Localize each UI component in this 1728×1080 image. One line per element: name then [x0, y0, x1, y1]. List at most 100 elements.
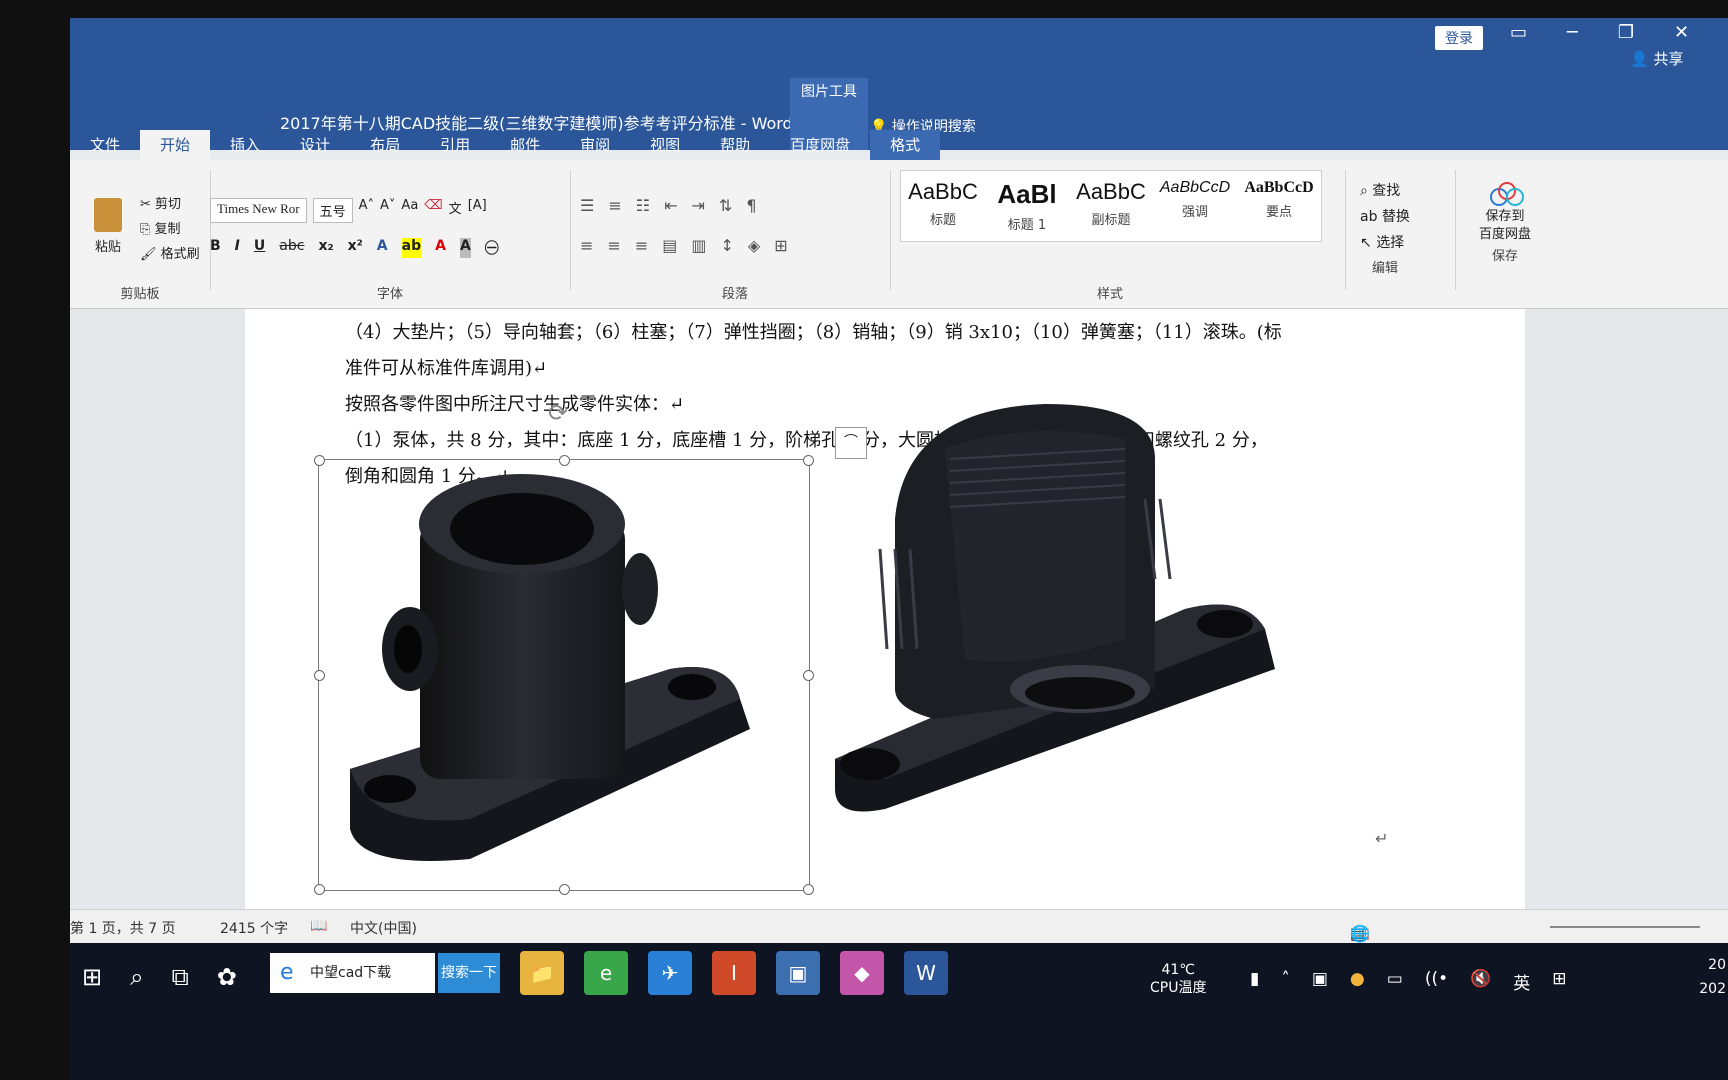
chevron-up-icon[interactable]: ˄ [1281, 969, 1290, 994]
shading-icon[interactable]: ◈ [748, 236, 774, 255]
underline-icon[interactable]: U [254, 238, 265, 258]
system-clock[interactable]: 20 202 [1630, 953, 1726, 1001]
cpu-temp: 41℃ CPU温度 [1150, 962, 1207, 996]
coin-icon[interactable]: ● [1350, 969, 1365, 994]
feishu-icon[interactable]: ✈ [648, 951, 692, 995]
subscript-icon[interactable]: x₂ [318, 238, 333, 258]
borders-icon[interactable]: ⊞ [774, 236, 801, 255]
resize-handle[interactable] [803, 670, 814, 681]
phonetic-guide-icon[interactable]: 文 [449, 198, 462, 223]
justify-icon[interactable]: ▤ [662, 236, 691, 255]
wifi-icon[interactable]: ((• [1425, 969, 1448, 994]
align-right-icon[interactable]: ≡ [635, 236, 662, 255]
restore-icon[interactable]: ❐ [1618, 22, 1634, 43]
char-shading-icon[interactable]: A [459, 238, 471, 258]
resize-handle[interactable] [559, 884, 570, 895]
pinwheel-icon[interactable]: ✿ [217, 963, 237, 991]
tab-review[interactable]: 审阅 [560, 130, 630, 160]
char-border-icon[interactable]: [A] [468, 198, 487, 223]
tab-design[interactable]: 设计 [280, 130, 350, 160]
tab-references[interactable]: 引用 [420, 130, 490, 160]
login-button[interactable]: 登录 [1435, 26, 1483, 50]
replace-button[interactable]: ab 替换 [1360, 204, 1410, 230]
distribute-icon[interactable]: ▥ [691, 236, 720, 255]
change-case-icon[interactable]: Aa [401, 198, 418, 223]
resize-handle[interactable] [314, 670, 325, 681]
highlight-icon[interactable]: ab [401, 238, 422, 258]
shrink-font-icon[interactable]: A˅ [380, 198, 395, 223]
text-effects-icon[interactable]: A [377, 238, 388, 258]
document-page[interactable]: （4）大垫片；（5）导向轴套；（6）柱塞；（7）弹性挡圈；（8）销轴；（9）销 … [245, 309, 1525, 909]
font-name-combo[interactable]: Times New Ror [210, 198, 307, 223]
align-left-icon[interactable]: ≡ [580, 236, 607, 255]
resize-handle[interactable] [803, 455, 814, 466]
sort-icon[interactable]: ⇅ [719, 196, 746, 215]
language-indicator[interactable]: 中文(中国) [350, 918, 417, 938]
multilevel-icon[interactable]: ☷ [636, 196, 664, 215]
search-icon[interactable]: ⌕ [130, 963, 143, 991]
resize-handle[interactable] [559, 455, 570, 466]
device-icon[interactable]: ▭ [1387, 969, 1403, 994]
monitor-screen: 2017年第十八期CAD技能二级(三维数字建模师)参考考评分标准 - Word … [70, 18, 1728, 1080]
windows-start-icon[interactable]: ⊞ [82, 963, 102, 991]
doc-line: 准件可从标准件库调用)↵ [345, 358, 548, 379]
font-size-combo[interactable]: 五号 [312, 198, 353, 223]
grow-font-icon[interactable]: A˄ [359, 198, 374, 223]
resize-handle[interactable] [314, 455, 325, 466]
web-layout-icon[interactable]: 🌐 [1350, 924, 1370, 943]
show-marks-icon[interactable]: ¶ [746, 196, 770, 215]
select-button[interactable]: ↖ 选择 [1360, 230, 1410, 256]
app-icon[interactable]: ◆ [840, 951, 884, 995]
save-to-baidu-button[interactable]: 保存到 百度网盘 保存 [1470, 182, 1540, 266]
zoom-slider[interactable] [1550, 926, 1700, 928]
font-color-icon[interactable]: A [435, 238, 446, 258]
tab-baidu[interactable]: 百度网盘 [770, 130, 870, 160]
tab-help[interactable]: 帮助 [700, 130, 770, 160]
tab-insert[interactable]: 插入 [210, 130, 280, 160]
enclose-char-icon[interactable]: ㊀ [485, 238, 499, 258]
browser-icon[interactable]: e [584, 951, 628, 995]
ime-mode-icon[interactable]: ⊞ [1552, 969, 1566, 994]
file-explorer-icon[interactable]: 📁 [520, 951, 564, 995]
increase-indent-icon[interactable]: ⇥ [692, 196, 719, 215]
word-count[interactable]: 2415 个字 [220, 918, 288, 938]
superscript-icon[interactable]: x² [348, 238, 363, 258]
tab-home[interactable]: 开始 [140, 130, 211, 160]
clear-format-icon[interactable]: ⌫ [424, 198, 442, 223]
line-spacing-icon[interactable]: ↕ [720, 236, 747, 255]
bold-icon[interactable]: B [210, 238, 221, 258]
paragraph-mark-icon: ↵ [1375, 829, 1389, 848]
align-center-icon[interactable]: ≡ [607, 236, 634, 255]
cad-app-icon[interactable]: I [712, 951, 756, 995]
close-icon[interactable]: ✕ [1674, 22, 1689, 43]
tab-view[interactable]: 视图 [630, 130, 700, 160]
find-button[interactable]: ⌕ 查找 [1360, 178, 1410, 204]
rotate-handle-icon[interactable]: ⟳ [548, 399, 568, 427]
word-icon[interactable]: W [904, 951, 948, 995]
ime-indicator[interactable]: 英 [1513, 969, 1530, 994]
minimize-icon[interactable]: ─ [1567, 22, 1578, 43]
proofing-icon[interactable]: 📖 [310, 918, 327, 934]
photos-icon[interactable]: ▣ [776, 951, 820, 995]
page-count[interactable]: 第 1 页，共 7 页 [70, 918, 176, 938]
tray-app-icon[interactable]: ▣ [1312, 969, 1328, 994]
volume-muted-icon[interactable]: 🔇 [1470, 969, 1491, 994]
share-button[interactable]: 👤 共享 [1630, 48, 1683, 69]
tab-format[interactable]: 格式 [870, 130, 941, 160]
tab-mailings[interactable]: 邮件 [490, 130, 560, 160]
tab-file[interactable]: 文件 [70, 130, 140, 160]
bullets-icon[interactable]: ☰ [580, 196, 608, 215]
decrease-indent-icon[interactable]: ⇤ [664, 196, 691, 215]
resize-handle[interactable] [803, 884, 814, 895]
ribbon-display-icon[interactable]: ▭ [1510, 22, 1527, 43]
task-view-icon[interactable]: ⧉ [172, 963, 189, 991]
numbering-icon[interactable]: ≡ [608, 196, 635, 215]
taskbar-search-button[interactable]: 搜索一下 [438, 953, 500, 993]
tab-layout[interactable]: 布局 [350, 130, 420, 160]
italic-icon[interactable]: I [235, 238, 240, 258]
battery-icon[interactable]: ▮ [1250, 969, 1259, 994]
replace-icon: ab [1360, 209, 1378, 225]
taskbar-search-input[interactable]: e 中望cad下载 [270, 953, 435, 993]
strikethrough-icon[interactable]: abc [279, 238, 304, 258]
resize-handle[interactable] [314, 884, 325, 895]
